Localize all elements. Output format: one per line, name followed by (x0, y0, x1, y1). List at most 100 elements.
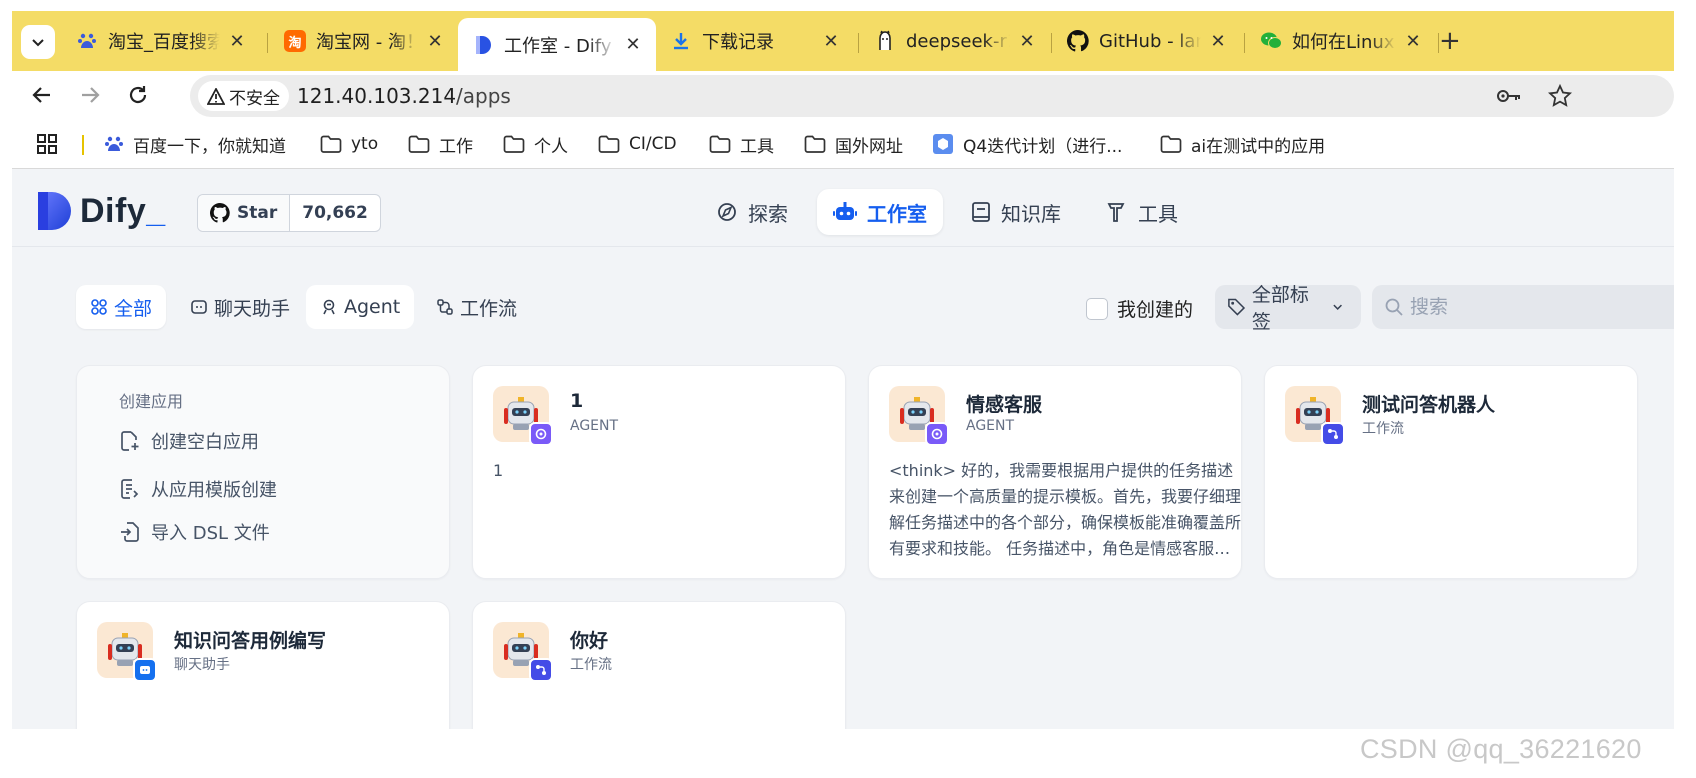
created-by-me-toggle[interactable]: 我创建的 (1086, 295, 1193, 322)
back-button[interactable] (28, 81, 56, 109)
url-text[interactable]: 121.40.103.214/apps (297, 84, 511, 108)
bookmark-folder-yto[interactable]: yto (320, 132, 378, 156)
reload-button[interactable] (124, 81, 152, 109)
bookmark-folder-cicd[interactable]: CI/CD (598, 132, 677, 156)
create-item-label: 导入 DSL 文件 (151, 523, 270, 544)
file-plus-icon (121, 431, 139, 451)
download-icon (670, 30, 692, 52)
tag-filter-label: 全部标签 (1251, 284, 1309, 333)
nav-label: 知识库 (1001, 201, 1061, 226)
dify-logo[interactable]: Dify_ (36, 190, 166, 232)
close-icon[interactable]: ✕ (624, 34, 642, 55)
close-icon[interactable]: ✕ (1018, 31, 1036, 52)
bookmark-star-icon[interactable] (1547, 83, 1573, 112)
tab-dify-active[interactable]: 工作室 - Dify ✕ (458, 18, 656, 71)
create-blank-app-button[interactable]: 创建空白应用 (119, 428, 259, 454)
arrow-right-icon (82, 87, 100, 103)
app-card[interactable]: 知识问答用例编写 聊天助手 (76, 601, 450, 729)
dify-header: Dify_ Star 70,662 探索 工作室 知识库 工具 (12, 169, 1674, 247)
app-type: 工作流 (570, 657, 612, 673)
nav-explore[interactable]: 探索 (700, 189, 804, 235)
tab-taobao[interactable]: 淘 淘宝网 - 淘！我喜欢 ✕ (270, 18, 458, 64)
bookmark-folder-work[interactable]: 工作 (408, 132, 473, 157)
close-icon[interactable]: ✕ (1209, 31, 1227, 52)
filter-label: 聊天助手 (214, 297, 291, 320)
chatbot-badge-icon (133, 658, 157, 682)
filter-workflow[interactable]: 工作流 (422, 285, 531, 329)
agent-badge-icon (529, 422, 553, 446)
filter-agent[interactable]: Agent (306, 285, 415, 329)
forward-button[interactable] (76, 81, 104, 109)
agent-icon (323, 299, 335, 315)
book-icon (972, 202, 990, 222)
github-star-button[interactable]: Star 70,662 (197, 194, 381, 232)
tab-baidu-search[interactable]: 淘宝_百度搜索 ✕ (62, 18, 260, 64)
tab-title: GitHub - langgenius (1099, 30, 1201, 52)
ollama-icon (874, 30, 896, 52)
bookmark-label: Q4迭代计划（进行... (963, 136, 1123, 157)
baidu-paw-icon (76, 30, 98, 52)
workflow-badge-icon (529, 658, 553, 682)
bookmark-baidu[interactable]: 百度一下，你就知道 (104, 132, 286, 157)
close-icon[interactable]: ✕ (426, 31, 444, 52)
bookmark-q4-plan[interactable]: Q4迭代计划（进行... (932, 132, 1123, 157)
app-name: 你好 (570, 630, 609, 652)
compass-icon (718, 203, 736, 221)
robot-avatar (1285, 386, 1345, 446)
bookmark-label: yto (351, 134, 379, 154)
taobao-icon: 淘 (284, 30, 306, 52)
create-app-card: 创建应用 创建空白应用 从应用模版创建 导入 DSL 文件 (76, 365, 450, 579)
bookmark-label: 个人 (534, 136, 568, 157)
dify-icon (472, 34, 494, 56)
nav-knowledge[interactable]: 知识库 (955, 189, 1077, 235)
csdn-watermark: CSDN @qq_36221620 (1360, 734, 1642, 764)
create-from-template-button[interactable]: 从应用模版创建 (119, 476, 277, 502)
bookmark-folder-foreign-sites[interactable]: 国外网址 (804, 132, 903, 157)
created-by-me-checkbox[interactable] (1086, 297, 1108, 320)
close-icon[interactable]: ✕ (228, 31, 246, 52)
warning-triangle-icon (207, 87, 225, 105)
tag-filter-select[interactable]: 全部标签 (1215, 284, 1361, 333)
url-host: 121.40.103.214 (297, 84, 457, 108)
address-bar[interactable]: 不安全 121.40.103.214/apps (190, 75, 1674, 117)
bookmark-divider (82, 135, 84, 155)
nav-studio[interactable]: 工作室 (817, 189, 943, 235)
app-type: AGENT (570, 418, 619, 434)
password-key-icon[interactable] (1496, 87, 1522, 109)
tab-github[interactable]: GitHub - langgenius ✕ (1053, 18, 1241, 64)
agent-badge-icon (925, 422, 949, 446)
app-card[interactable]: 1 AGENT 1 (472, 365, 846, 579)
close-icon[interactable]: ✕ (1404, 31, 1422, 52)
tab-wechat-article[interactable]: 如何在Linux、Windows ✕ (1246, 18, 1436, 64)
apps-grid-button[interactable] (36, 132, 67, 156)
nav-tools[interactable]: 工具 (1090, 189, 1194, 235)
github-icon (1067, 30, 1089, 52)
search-box[interactable] (1372, 285, 1674, 329)
filter-chatbot[interactable]: 聊天助手 (176, 285, 304, 329)
bookmark-folder-personal[interactable]: 个人 (503, 132, 568, 157)
app-card[interactable]: 你好 工作流 (472, 601, 846, 729)
chevron-down-icon (32, 39, 44, 47)
tab-search-button[interactable] (21, 25, 55, 59)
import-dsl-button[interactable]: 导入 DSL 文件 (119, 519, 270, 545)
app-name: 情感客服 (966, 394, 1043, 416)
new-tab-button[interactable]: + (1439, 27, 1461, 55)
create-app-title: 创建应用 (119, 392, 184, 411)
bookmark-folder-ai-testing[interactable]: ai在测试中的应用 (1160, 132, 1325, 157)
tag-icon (1228, 298, 1246, 316)
search-input[interactable] (1410, 296, 1610, 318)
security-chip[interactable]: 不安全 (198, 81, 289, 111)
close-icon[interactable]: ✕ (822, 31, 840, 52)
app-card[interactable]: 测试问答机器人 工作流 (1264, 365, 1638, 579)
reload-icon (129, 86, 147, 104)
tab-downloads[interactable]: 下载记录 ✕ (656, 18, 854, 64)
tab-ollama[interactable]: deepseek-r1:14b ✕ (860, 18, 1050, 64)
security-label: 不安全 (229, 88, 280, 109)
create-item-label: 创建空白应用 (151, 432, 259, 453)
apps-grid-icon (37, 134, 57, 154)
app-card[interactable]: 情感客服 AGENT <think> 好的，我需要根据用户提供的任务描述来创建一… (868, 365, 1242, 579)
nav-label: 工具 (1138, 201, 1178, 226)
bookmark-folder-tools[interactable]: 工具 (709, 132, 774, 157)
tab-divider (858, 33, 859, 53)
filter-all[interactable]: 全部 (76, 285, 167, 329)
